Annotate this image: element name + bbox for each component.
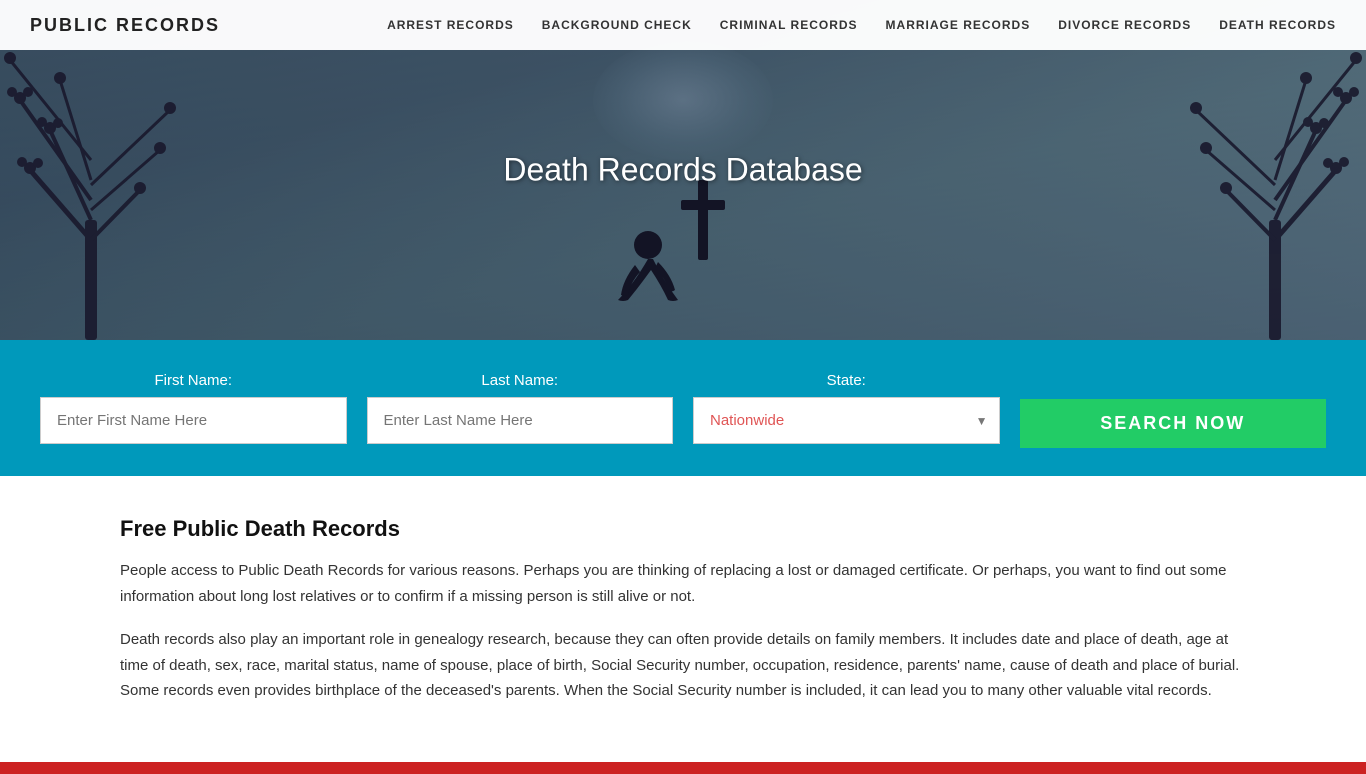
last-name-input[interactable]	[367, 397, 674, 444]
nav-divorce-records[interactable]: DIVORCE RECORDS	[1058, 18, 1191, 32]
button-spacer	[1020, 368, 1327, 391]
tree-right-silhouette	[1166, 20, 1366, 340]
first-name-label: First Name:	[40, 372, 347, 389]
last-name-label: Last Name:	[367, 372, 674, 389]
content-section: Free Public Death Records People access …	[0, 476, 1366, 762]
state-field: State: Nationwide Alabama Alaska Arizona…	[693, 372, 1000, 444]
nav-death-records[interactable]: DEATH RECORDS	[1219, 18, 1336, 32]
first-name-input[interactable]	[40, 397, 347, 444]
hero-section: Death Records Database	[0, 0, 1366, 340]
state-select-wrapper: Nationwide Alabama Alaska Arizona Arkans…	[693, 397, 1000, 444]
search-now-button[interactable]: SEARCH NOW	[1020, 399, 1327, 448]
nav-marriage-records[interactable]: MARRIAGE RECORDS	[886, 18, 1031, 32]
tree-left-silhouette	[0, 20, 200, 340]
nav-links: ARREST RECORDS BACKGROUND CHECK CRIMINAL…	[387, 16, 1336, 34]
state-select[interactable]: Nationwide Alabama Alaska Arizona Arkans…	[693, 397, 1000, 444]
last-name-field: Last Name:	[367, 372, 674, 444]
hero-title: Death Records Database	[503, 152, 862, 189]
search-section: First Name: Last Name: State: Nationwide…	[0, 340, 1366, 476]
content-heading: Free Public Death Records	[120, 516, 1246, 542]
nav-background-check[interactable]: BACKGROUND CHECK	[542, 18, 692, 32]
first-name-field: First Name:	[40, 372, 347, 444]
nav-arrest-records[interactable]: ARREST RECORDS	[387, 18, 514, 32]
brand-logo[interactable]: PUBLIC RECORDS	[30, 15, 220, 36]
navbar: PUBLIC RECORDS ARREST RECORDS BACKGROUND…	[0, 0, 1366, 50]
search-button-wrap: SEARCH NOW	[1020, 368, 1327, 448]
content-paragraph-2: Death records also play an important rol…	[120, 627, 1246, 704]
nav-criminal-records[interactable]: CRIMINAL RECORDS	[720, 18, 858, 32]
content-paragraph-1: People access to Public Death Records fo…	[120, 558, 1246, 609]
state-label: State:	[693, 372, 1000, 389]
